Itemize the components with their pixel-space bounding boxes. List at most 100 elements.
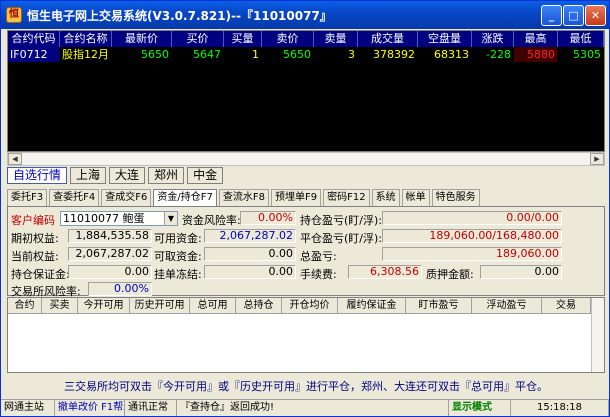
tab-watchlist[interactable]: 自选行情 (7, 167, 68, 184)
tab-special-service[interactable]: 特色服务 (431, 189, 480, 206)
quote-col-header[interactable]: 卖价 (262, 31, 314, 47)
withdrawable-label: 可取资金: (154, 250, 202, 263)
pledge-label: 质押金额: (426, 268, 474, 281)
available-funds-label: 可用资金: (154, 232, 202, 245)
positions-vertical-scrollbar[interactable] (591, 298, 604, 372)
position-pl-label: 持仓盈亏(盯/浮): (300, 214, 382, 227)
quote-col-header[interactable]: 最低 (558, 31, 604, 47)
positions-col-header[interactable]: 浮动盈亏 (472, 298, 542, 314)
status-server: 网通主站 (1, 400, 55, 416)
tab-cffex[interactable]: 中金 (187, 167, 224, 184)
positions-col-header[interactable]: 总可用 (190, 298, 236, 314)
margin-value: 0.00 (68, 265, 152, 279)
risk-label: 资金风险率: (182, 214, 241, 227)
market-tabs: 自选行情 上海 大连 郑州 中金 (7, 167, 226, 184)
quote-cell-high: 5880 (514, 47, 558, 62)
status-display-mode[interactable]: 显示模式 (449, 400, 511, 416)
tab-shanghai[interactable]: 上海 (70, 167, 107, 184)
quote-col-header[interactable]: 空盘量 (418, 31, 472, 47)
quote-col-header[interactable]: 买量 (224, 31, 262, 47)
positions-col-header[interactable]: 今开可用 (78, 298, 130, 314)
position-pl-value: 0.00/0.00 (382, 211, 562, 225)
risk-value: 0.00% (240, 211, 296, 225)
quote-col-header[interactable]: 卖量 (314, 31, 358, 47)
status-connection: 通讯正常 (125, 400, 177, 416)
exchange-risk-value: 0.00% (88, 282, 152, 296)
quote-horizontal-scrollbar[interactable]: ◀ ▶ (7, 152, 605, 166)
total-pl-value: 189,060.00 (382, 247, 562, 261)
positions-col-header[interactable]: 买卖 (42, 298, 78, 314)
tab-statement[interactable]: 帐单 (401, 189, 430, 206)
quote-col-header[interactable]: 涨跌 (472, 31, 514, 47)
tab-zhengzhou[interactable]: 郑州 (148, 167, 185, 184)
current-equity-value: 2,067,287.02 (68, 247, 152, 261)
tab-query-trades[interactable]: 查成交F6 (101, 189, 152, 206)
quote-cell-name: 股指12月 (60, 47, 112, 62)
quote-row[interactable]: IF0712 股指12月 5650 5647 1 5650 3 378392 6… (8, 47, 604, 62)
positions-header-row: 合约 买卖 今开可用 历史开可用 总可用 总持仓 开仓均价 履约保证金 盯市盈亏… (8, 298, 591, 314)
help-notice: 三交易所均可双击『今开可用』或『历史开可用』进行平仓，郑州、大连还可双击『总可用… (64, 380, 548, 393)
margin-label: 持仓保证金: (11, 268, 70, 281)
account-select[interactable]: 11010077 鲍蛋 ▼ (60, 211, 178, 226)
quote-col-header[interactable]: 成交量 (358, 31, 418, 47)
total-pl-label: 总盈亏: (300, 250, 337, 263)
close-pl-value: 189,060.00/168,480.00 (382, 229, 562, 243)
account-label: 客户编码 (11, 214, 55, 227)
quote-col-header[interactable]: 最高 (514, 31, 558, 47)
quote-cell-change: -228 (472, 47, 514, 62)
tab-query-orders[interactable]: 查委托F4 (49, 189, 100, 206)
quote-col-header[interactable]: 合约名称 (60, 31, 112, 47)
tab-funds-positions[interactable]: 资金/持仓F7 (153, 189, 217, 206)
scroll-left-icon[interactable]: ◀ (8, 153, 22, 165)
funds-panel: 客户编码 11010077 鲍蛋 ▼ 资金风险率: 0.00% 持仓盈亏(盯/浮… (7, 206, 605, 298)
fee-label: 手续费: (300, 268, 337, 281)
positions-col-header[interactable]: 开仓均价 (282, 298, 338, 314)
tab-password[interactable]: 密码F12 (323, 189, 370, 206)
frozen-label: 挂单冻结: (154, 268, 202, 281)
quote-cell-ask-vol: 3 (314, 47, 358, 62)
close-pl-label: 平仓盈亏(盯/浮): (300, 232, 382, 245)
quote-cell-code: IF0712 (8, 47, 60, 62)
main-window: 恒 恒生电子网上交易系统(V3.0.7.821)--『11010077』 _ □… (0, 0, 610, 417)
minimize-button[interactable]: _ (541, 5, 562, 26)
current-equity-label: 当前权益: (11, 250, 59, 263)
tab-system[interactable]: 系统 (371, 189, 400, 206)
quote-col-header[interactable]: 最新价 (112, 31, 172, 47)
tab-query-flow[interactable]: 查流水F8 (218, 189, 269, 206)
quote-table: 合约代码 合约名称 最新价 买价 买量 卖价 卖量 成交量 空盘量 涨跌 最高 … (7, 30, 605, 152)
title-bar[interactable]: 恒 恒生电子网上交易系统(V3.0.7.821)--『11010077』 _ □… (1, 1, 609, 29)
tab-preset-orders[interactable]: 预埋单F9 (270, 189, 322, 206)
positions-col-header[interactable]: 盯市盈亏 (406, 298, 472, 314)
positions-table: 合约 买卖 今开可用 历史开可用 总可用 总持仓 开仓均价 履约保证金 盯市盈亏… (7, 297, 605, 373)
maximize-button[interactable]: □ (563, 5, 584, 26)
scroll-right-icon[interactable]: ▶ (590, 153, 604, 165)
pledge-value: 0.00 (480, 265, 562, 279)
app-icon: 恒 (6, 7, 22, 23)
close-button[interactable]: ✕ (585, 5, 606, 26)
tab-order[interactable]: 委托F3 (7, 189, 48, 206)
quote-cell-open-int: 68313 (418, 47, 472, 62)
function-tabs: 委托F3 查委托F4 查成交F6 资金/持仓F7 查流水F8 预埋单F9 密码F… (7, 189, 482, 206)
status-message: 『查持仓』返回成功! (177, 400, 449, 416)
chevron-down-icon[interactable]: ▼ (164, 212, 177, 225)
positions-col-header[interactable]: 合约 (8, 298, 42, 314)
positions-col-header[interactable]: 历史开可用 (130, 298, 190, 314)
account-value: 11010077 鲍蛋 (63, 212, 145, 225)
quote-header-row: 合约代码 合约名称 最新价 买价 买量 卖价 卖量 成交量 空盘量 涨跌 最高 … (8, 31, 604, 47)
status-clock: 15:18:18 (511, 400, 609, 416)
frozen-value: 0.00 (204, 265, 296, 279)
quote-cell-volume: 378392 (358, 47, 418, 62)
available-funds-value: 2,067,287.02 (204, 229, 296, 243)
quote-col-header[interactable]: 合约代码 (8, 31, 60, 47)
status-bar: 网通主站 撤单改价 F1帮助 通讯正常 『查持仓』返回成功! 显示模式 15:1… (1, 399, 609, 416)
status-help-link[interactable]: 撤单改价 F1帮助 (55, 400, 125, 416)
positions-col-header[interactable]: 总持仓 (236, 298, 282, 314)
quote-col-header[interactable]: 买价 (172, 31, 224, 47)
initial-equity-value: 1,884,535.58 (68, 229, 152, 243)
positions-col-header[interactable]: 履约保证金 (338, 298, 406, 314)
positions-col-header[interactable]: 交易 (542, 298, 591, 314)
quote-cell-low: 5305 (558, 47, 604, 62)
quote-cell-ask: 5650 (262, 47, 314, 62)
window-title: 恒生电子网上交易系统(V3.0.7.821)--『11010077』 (27, 8, 332, 23)
tab-dalian[interactable]: 大连 (109, 167, 146, 184)
